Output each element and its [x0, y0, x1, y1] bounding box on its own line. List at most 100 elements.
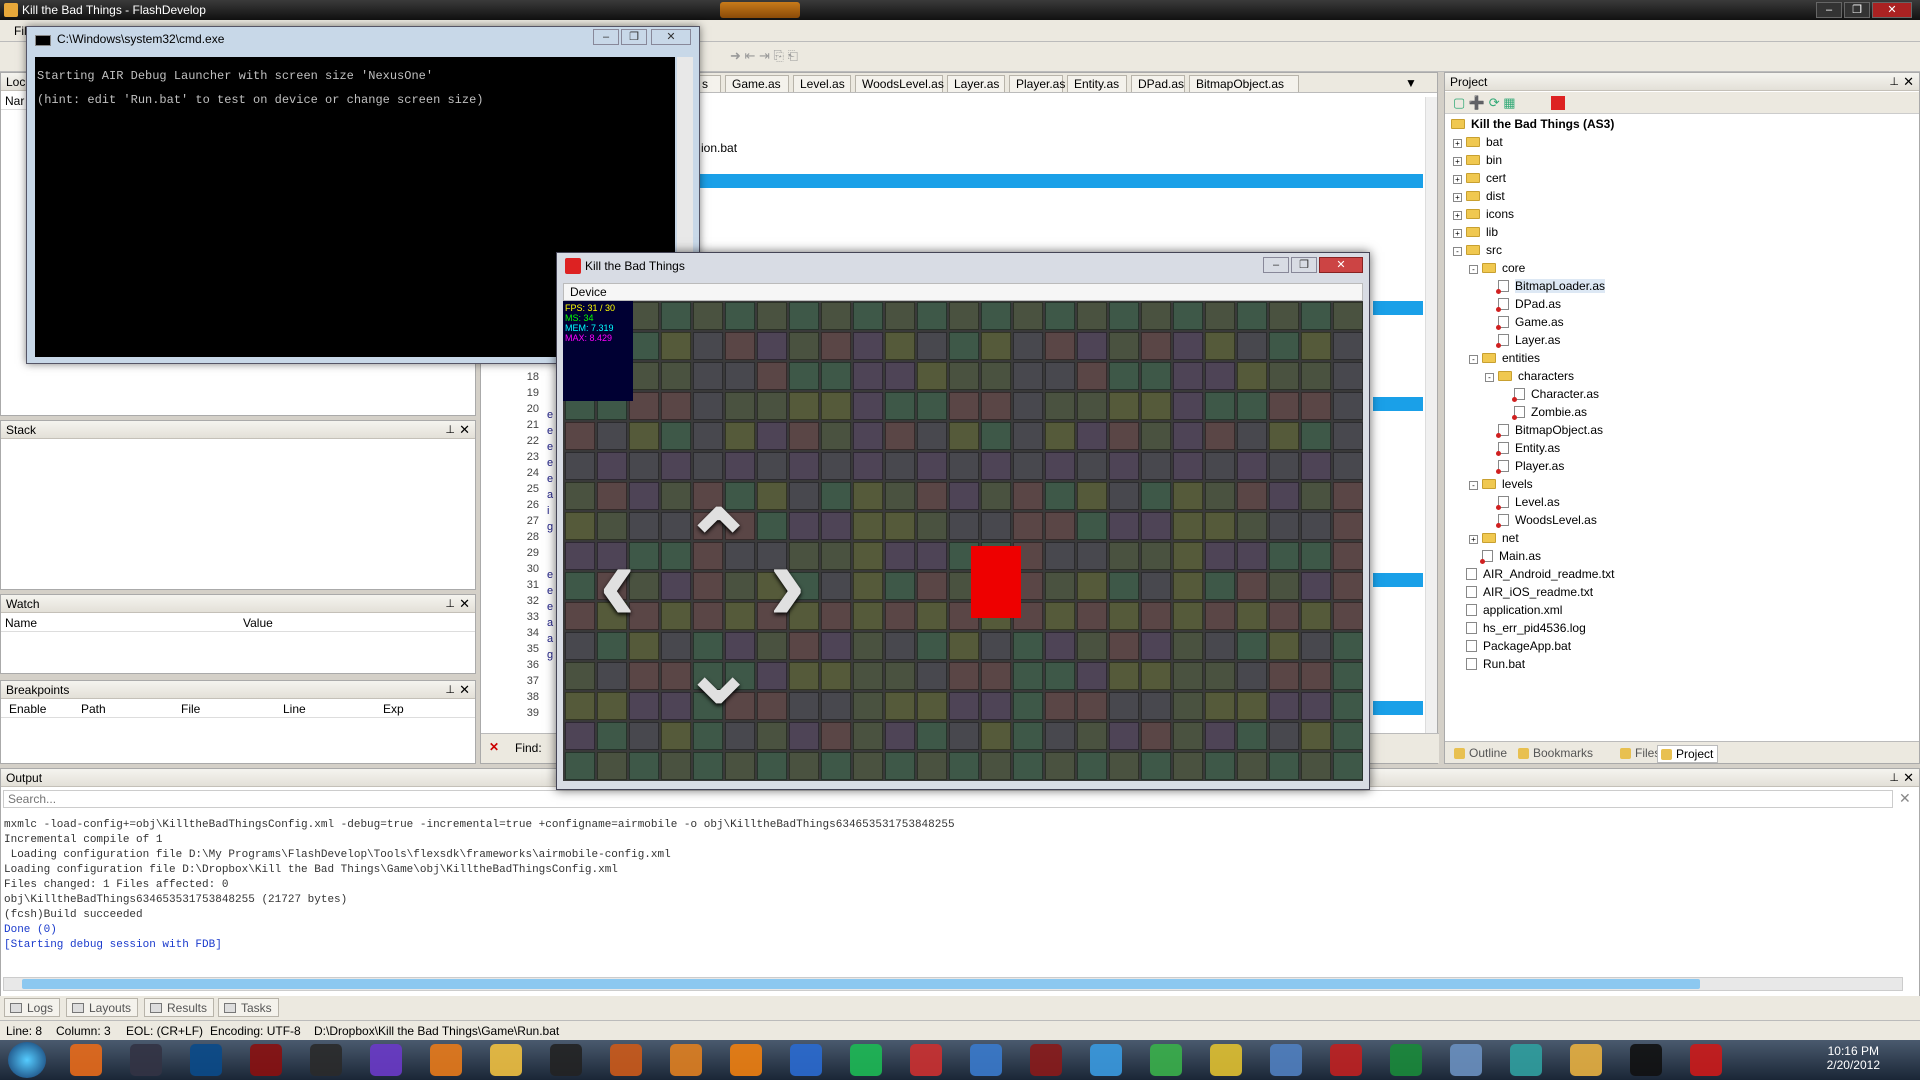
dpad-left-icon[interactable]: ‹ [599, 519, 636, 646]
pin-icon[interactable]: ⊥ [445, 597, 455, 610]
toolbar-nav-icons[interactable]: ➜ ⇤ ⇥ ⎘ ⎗ [730, 48, 798, 64]
bp-col-line[interactable]: Line [283, 702, 306, 716]
pin-icon[interactable]: ⊥ [1889, 771, 1899, 784]
taskbar-app-icon[interactable] [610, 1044, 642, 1076]
bp-col-exp[interactable]: Exp [383, 702, 404, 716]
taskbar-app-icon[interactable] [550, 1044, 582, 1076]
air-icon[interactable] [1551, 96, 1565, 110]
expand-toggle-icon[interactable]: - [1485, 373, 1494, 382]
expand-toggle-icon[interactable]: - [1469, 355, 1478, 364]
editor-tab[interactable]: Entity.as [1067, 75, 1127, 92]
expand-toggle-icon[interactable]: + [1453, 211, 1462, 220]
editor-tab[interactable]: Game.as [725, 75, 789, 92]
project-bottom-tab[interactable]: Outline [1451, 745, 1511, 761]
game-maximize-button[interactable]: ❐ [1291, 257, 1317, 273]
tree-item[interactable]: + cert [1453, 171, 1506, 189]
taskbar-app-icon[interactable] [130, 1044, 162, 1076]
system-clock[interactable]: 10:16 PM 2/20/2012 [1827, 1044, 1880, 1072]
taskbar-app-icon[interactable] [1270, 1044, 1302, 1076]
taskbar-app-icon[interactable] [850, 1044, 882, 1076]
tree-item[interactable]: application.xml [1453, 603, 1562, 621]
taskbar-app-icon[interactable] [730, 1044, 762, 1076]
output-hscrollbar[interactable] [3, 977, 1903, 991]
game-canvas[interactable]: FPS: 31 / 30 MS: 34 MEM: 7.319 MAX: 8.42… [563, 301, 1363, 781]
pin-icon[interactable]: ⊥ [445, 683, 455, 696]
tree-item[interactable]: Main.as [1469, 549, 1541, 567]
tree-item[interactable]: Zombie.as [1501, 405, 1587, 423]
tree-item[interactable]: + lib [1453, 225, 1498, 243]
tree-item[interactable]: + bat [1453, 135, 1503, 153]
taskbar-app-icon[interactable] [1210, 1044, 1242, 1076]
close-icon[interactable]: ✕ [1903, 74, 1914, 90]
tree-item[interactable]: Level.as [1485, 495, 1560, 513]
clear-search-icon[interactable]: ✕ [1899, 790, 1911, 807]
taskbar-app-icon[interactable] [1510, 1044, 1542, 1076]
expand-toggle-icon[interactable]: + [1453, 139, 1462, 148]
taskbar-app-icon[interactable] [1450, 1044, 1482, 1076]
dpad-down-icon[interactable]: ⌄ [681, 619, 756, 724]
tree-item[interactable]: hs_err_pid4536.log [1453, 621, 1586, 639]
close-icon[interactable]: ✕ [1903, 770, 1914, 786]
pin-icon[interactable]: ⊥ [445, 423, 455, 436]
close-button[interactable]: ✕ [1872, 2, 1912, 18]
taskbar-app-icon[interactable] [910, 1044, 942, 1076]
taskbar-app-icon[interactable] [1630, 1044, 1662, 1076]
pin-icon[interactable]: ⊥ [1889, 75, 1899, 88]
scroll-thumb[interactable] [22, 979, 1700, 989]
tree-item[interactable]: Entity.as [1485, 441, 1560, 459]
output-bottom-tab[interactable]: Logs [4, 998, 61, 1017]
expand-toggle-icon[interactable]: + [1469, 535, 1478, 544]
tree-item[interactable]: + bin [1453, 153, 1502, 171]
taskbar-app-icon[interactable] [490, 1044, 522, 1076]
minimize-button[interactable]: – [1816, 2, 1842, 18]
editor-tab[interactable]: DPad.as [1131, 75, 1185, 92]
device-menu[interactable]: Device [563, 283, 1363, 301]
tree-item[interactable]: + net [1469, 531, 1519, 549]
taskbar-app-icon[interactable] [970, 1044, 1002, 1076]
expand-toggle-icon[interactable]: - [1453, 247, 1462, 256]
tree-item[interactable]: + dist [1453, 189, 1505, 207]
start-button[interactable] [8, 1042, 46, 1078]
taskbar-app-icon[interactable] [1150, 1044, 1182, 1076]
editor-tab[interactable]: WoodsLevel.as [855, 75, 944, 92]
taskbar-app-icon[interactable] [310, 1044, 342, 1076]
bp-col-path[interactable]: Path [81, 702, 106, 716]
editor-tab[interactable]: Layer.as [947, 75, 1005, 92]
game-close-button[interactable]: ✕ [1319, 257, 1363, 273]
tree-item[interactable]: Character.as [1501, 387, 1599, 405]
tree-item[interactable]: AIR_Android_readme.txt [1453, 567, 1614, 585]
tree-item[interactable]: Game.as [1485, 315, 1564, 333]
taskbar-app-icon[interactable] [1330, 1044, 1362, 1076]
cmd-minimize-button[interactable]: – [593, 29, 619, 45]
dpad-right-icon[interactable]: › [769, 519, 806, 646]
tree-item[interactable]: - core [1469, 261, 1525, 279]
cmd-close-button[interactable]: ✕ [651, 29, 691, 45]
locals-name-col[interactable]: Nar [5, 94, 24, 108]
editor-tab[interactable]: Level.as [793, 75, 851, 92]
project-root[interactable]: Kill the Bad Things (AS3) [1451, 117, 1614, 135]
tabs-dropdown-icon[interactable]: ▼ [1405, 76, 1417, 90]
project-bottom-tab[interactable]: Bookmarks [1515, 745, 1597, 761]
tree-item[interactable]: AIR_iOS_readme.txt [1453, 585, 1593, 603]
bp-col-file[interactable]: File [181, 702, 200, 716]
output-bottom-tab[interactable]: Tasks [218, 998, 279, 1017]
tree-item[interactable]: - entities [1469, 351, 1540, 369]
output-search-input[interactable] [3, 790, 1893, 808]
taskbar-app-icon[interactable] [790, 1044, 822, 1076]
taskbar-app-icon[interactable] [1570, 1044, 1602, 1076]
tree-item[interactable]: PackageApp.bat [1453, 639, 1571, 657]
tree-item[interactable]: DPad.as [1485, 297, 1561, 315]
editor-tab[interactable]: Player.as [1009, 75, 1065, 92]
taskbar-app-icon[interactable] [250, 1044, 282, 1076]
editor-scrollbar[interactable] [1425, 97, 1437, 737]
watch-col-name[interactable]: Name [5, 616, 37, 630]
output-bottom-tab[interactable]: Results [144, 998, 215, 1017]
taskbar-app-icon[interactable] [1390, 1044, 1422, 1076]
dpad-up-icon[interactable]: ⌃ [681, 491, 756, 596]
expand-toggle-icon[interactable]: - [1469, 265, 1478, 274]
output-bottom-tab[interactable]: Layouts [66, 998, 139, 1017]
expand-toggle-icon[interactable]: - [1469, 481, 1478, 490]
taskbar-app-icon[interactable] [670, 1044, 702, 1076]
taskbar-app-icon[interactable] [70, 1044, 102, 1076]
close-icon[interactable]: ✕ [459, 682, 470, 698]
